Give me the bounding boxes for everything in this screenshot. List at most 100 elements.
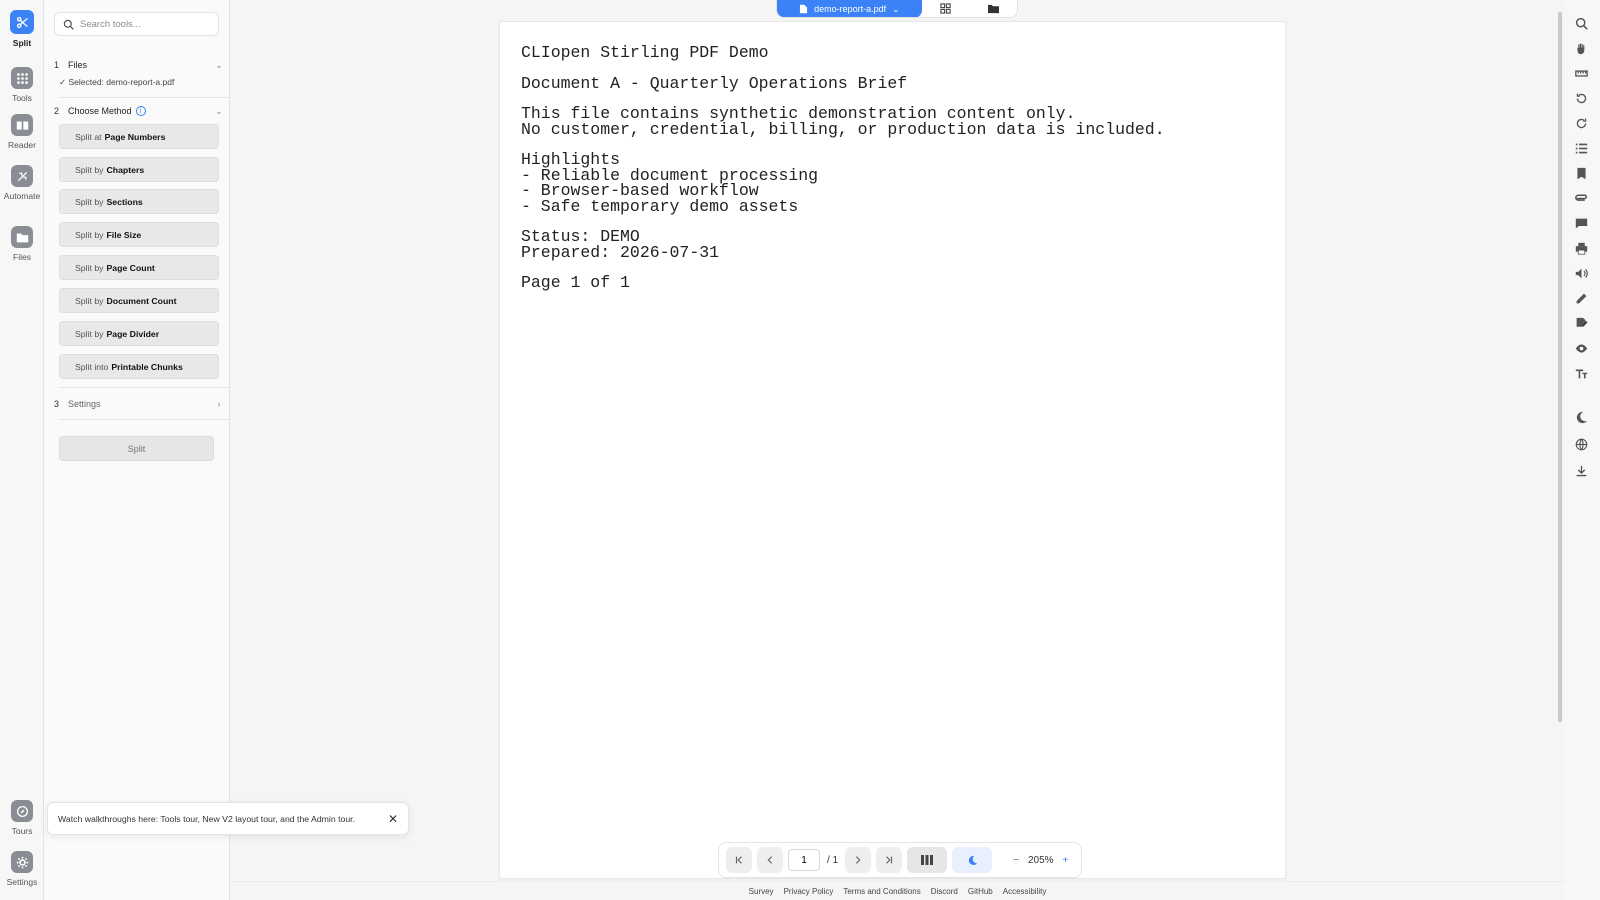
grid-icon <box>940 3 951 14</box>
grid-view-button[interactable] <box>922 0 970 17</box>
first-page-button[interactable] <box>726 847 752 873</box>
split-by-page-divider-button[interactable]: Split by Page Divider <box>59 321 219 346</box>
eye-icon[interactable] <box>1574 341 1588 355</box>
rotate-right-icon[interactable] <box>1574 116 1588 130</box>
footer-link-github[interactable]: GitHub <box>968 887 993 896</box>
rail-item-tours[interactable]: Tours <box>0 800 44 836</box>
previous-page-button[interactable] <box>757 847 783 873</box>
method-name: File Size <box>106 229 142 240</box>
zoom-in-button[interactable]: + <box>1063 855 1069 866</box>
folder-icon <box>987 4 999 14</box>
columns-icon <box>921 855 934 865</box>
ruler-icon[interactable] <box>1574 66 1588 80</box>
last-page-button[interactable] <box>876 847 903 873</box>
method-prefix: Split by <box>75 164 104 175</box>
rail-label: Split <box>12 38 32 48</box>
gear-icon <box>11 851 33 873</box>
split-by-chapters-button[interactable]: Split by Chapters <box>59 157 219 182</box>
split-button[interactable]: Split <box>59 436 214 461</box>
step-files[interactable]: 1 Files ⌄ <box>54 58 224 72</box>
method-name: Sections <box>106 196 143 207</box>
pen-icon[interactable] <box>1574 291 1588 305</box>
rail-item-settings[interactable]: Settings <box>0 851 44 887</box>
dark-mode-button[interactable] <box>952 847 993 873</box>
download-icon[interactable] <box>1574 464 1588 478</box>
folder-view-button[interactable] <box>969 0 1017 17</box>
document-text: CLIopen Stirling PDF Demo Document A - Q… <box>521 45 1165 291</box>
rail-item-reader[interactable]: Reader <box>0 114 44 150</box>
split-into-printable-chunks-button[interactable]: Split into Printable Chunks <box>59 354 219 379</box>
footer-link-discord[interactable]: Discord <box>931 887 958 896</box>
footer-link-terms[interactable]: Terms and Conditions <box>843 887 920 896</box>
list-icon[interactable] <box>1574 141 1588 155</box>
scrollbar[interactable] <box>1558 12 1562 722</box>
method-prefix: Split by <box>75 262 104 273</box>
hand-icon[interactable] <box>1574 41 1588 55</box>
moon-icon <box>968 855 977 865</box>
info-icon[interactable]: i <box>135 106 146 116</box>
moon-icon[interactable] <box>1574 410 1588 424</box>
rail-item-tools[interactable]: Tools <box>0 67 44 103</box>
footer-link-survey[interactable]: Survey <box>749 887 774 896</box>
speaker-icon[interactable] <box>1574 266 1588 280</box>
globe-icon[interactable] <box>1574 437 1588 451</box>
file-icon <box>800 4 808 14</box>
pdf-page: CLIopen Stirling PDF Demo Document A - Q… <box>499 21 1286 879</box>
method-prefix: Split by <box>75 295 104 306</box>
rail-label: Reader <box>8 140 36 150</box>
divider <box>59 387 229 388</box>
first-page-icon <box>735 856 742 864</box>
comment-icon[interactable] <box>1574 216 1588 230</box>
method-prefix: Split at <box>75 131 102 142</box>
split-by-document-count-button[interactable]: Split by Document Count <box>59 288 219 313</box>
rail-item-files[interactable]: Files <box>0 226 44 262</box>
search-icon <box>63 19 74 30</box>
method-name: Page Count <box>106 262 155 273</box>
split-at-page-numbers-button[interactable]: Split at Page Numbers <box>59 124 219 149</box>
footer-link-accessibility[interactable]: Accessibility <box>1003 887 1047 896</box>
search-icon[interactable] <box>1574 16 1588 30</box>
search-box[interactable] <box>54 12 219 36</box>
zoom-control: − 205% + <box>1013 855 1068 866</box>
method-name: Page Divider <box>106 328 160 339</box>
print-icon[interactable] <box>1574 241 1588 255</box>
close-icon[interactable]: ✕ <box>388 812 398 826</box>
split-by-file-size-button[interactable]: Split by File Size <box>59 222 219 247</box>
file-switcher: demo-report-a.pdf ⌄ <box>776 0 1018 18</box>
search-input[interactable] <box>80 18 210 30</box>
rail-label: Tours <box>11 826 33 836</box>
rail-label: Files <box>13 252 31 262</box>
page-layout-button[interactable] <box>907 847 948 873</box>
file-selector[interactable]: demo-report-a.pdf ⌄ <box>777 0 922 17</box>
page-navigation: / 1 − 205% + <box>718 842 1082 878</box>
page-number-input[interactable] <box>788 849 820 871</box>
document-line: Prepared: 2026-07-31 <box>521 242 720 262</box>
rail-item-automate[interactable]: Automate <box>0 165 44 201</box>
chevron-down-icon: ⌄ <box>215 106 223 116</box>
document-line: Page 1 of 1 <box>521 273 630 292</box>
step-number: 3 <box>54 399 60 409</box>
step-settings[interactable]: 3 Settings › <box>54 397 224 411</box>
method-name: Document Count <box>106 295 177 306</box>
split-by-sections-button[interactable]: Split by Sections <box>59 189 219 214</box>
method-name: Page Numbers <box>104 131 166 142</box>
attachment-icon[interactable] <box>1574 191 1588 205</box>
document-line: Document A - Quarterly Operations Brief <box>521 73 908 93</box>
footer-link-privacy[interactable]: Privacy Policy <box>784 887 834 896</box>
chevron-down-icon: ⌄ <box>892 3 900 14</box>
zoom-out-button[interactable]: − <box>1013 855 1019 866</box>
selected-file-label: ✓ Selected: demo-report-a.pdf <box>59 77 175 87</box>
text-size-icon[interactable] <box>1574 366 1588 380</box>
sign-icon[interactable] <box>1574 316 1588 330</box>
rail-item-split[interactable]: Split <box>0 10 44 48</box>
rotate-left-icon[interactable] <box>1574 91 1588 105</box>
split-by-page-count-button[interactable]: Split by Page Count <box>59 255 219 280</box>
left-rail: Split Tools Reader Automate Files Tours <box>0 0 44 900</box>
bookmark-icon[interactable] <box>1574 166 1588 180</box>
folder-icon <box>11 226 33 248</box>
file-name: demo-report-a.pdf <box>814 4 887 14</box>
step-choose-method[interactable]: 2 Choose Method i ⌄ <box>54 104 224 118</box>
right-toolbar <box>1565 0 1600 900</box>
next-page-button[interactable] <box>845 847 872 873</box>
last-page-icon <box>886 856 893 864</box>
